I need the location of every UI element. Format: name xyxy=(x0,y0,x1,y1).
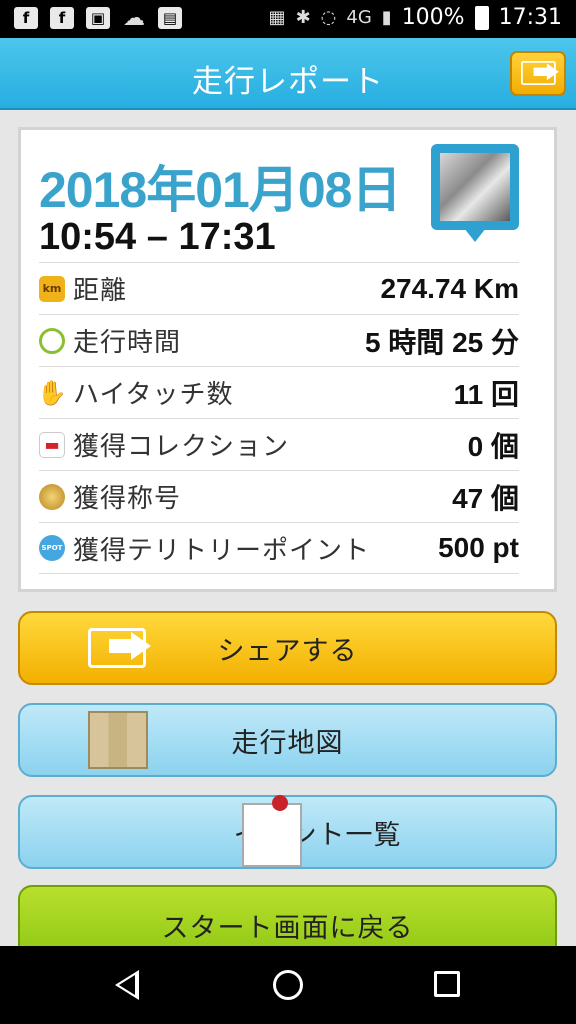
recent-apps-icon[interactable] xyxy=(434,971,460,997)
photo-pin[interactable] xyxy=(431,144,519,242)
stat-label: 獲得称号 xyxy=(73,484,182,514)
drive-map-button-label: 走行地図 xyxy=(231,727,344,759)
navigation-bar xyxy=(0,946,576,1024)
page-title: 走行レポート xyxy=(192,64,384,100)
stats-list: km 距離 274.74 Km 走行時間 5 時間 25 分 ✋ ハイタッチ数 … xyxy=(37,262,519,574)
facebook-icon: f xyxy=(50,7,74,29)
stat-value: 0 個 xyxy=(467,430,519,462)
report-card: 2018年01月08日 10:54 – 17:31 km 距離 274.74 K… xyxy=(18,127,557,592)
stat-territory-points: SPOT 獲得テリトリーポイント 500 pt xyxy=(39,522,519,574)
notification-icons: f f ▣ ☁ ▤ xyxy=(14,5,182,31)
stat-collection: ▬ 獲得コレクション 0 個 xyxy=(39,418,519,470)
drive-map-button[interactable]: 走行地図 xyxy=(18,703,557,777)
stat-value: 5 時間 25 分 xyxy=(364,326,519,358)
app-icon: ▣ xyxy=(86,7,110,29)
stat-label: 距離 xyxy=(73,276,128,306)
nfc-icon: ◌ xyxy=(320,7,337,28)
medal-icon xyxy=(39,483,65,510)
home-icon[interactable] xyxy=(273,970,303,1000)
status-bar: f f ▣ ☁ ▤ ▦ ✱ ◌ 4G ▮ 100% 17:31 xyxy=(0,0,576,38)
stat-hi-touch: ✋ ハイタッチ数 11 回 xyxy=(37,366,519,418)
cloud-icon: ☁ xyxy=(123,5,145,31)
hi-touch-hand-icon: ✋ xyxy=(37,378,67,407)
share-button-label: シェアする xyxy=(217,635,358,667)
stat-drive-time: 走行時間 5 時間 25 分 xyxy=(39,314,519,366)
stat-label: ハイタッチ数 xyxy=(73,380,234,410)
bluetooth-icon: ✱ xyxy=(295,7,311,28)
signal-icon: ▮ xyxy=(381,7,392,28)
stat-value: 274.74 Km xyxy=(380,272,519,304)
stat-value: 11 回 xyxy=(453,378,519,410)
vibrate-icon: ▦ xyxy=(268,7,286,28)
system-icons: ▦ ✱ ◌ 4G ▮ 100% 17:31 xyxy=(269,5,562,30)
spot-icon: SPOT xyxy=(39,535,65,561)
photo-frame xyxy=(431,144,519,230)
app-header: 走行レポート xyxy=(0,38,576,110)
stat-value: 47 個 xyxy=(452,482,519,514)
share-header-button[interactable] xyxy=(510,51,566,96)
battery-percent: 100% xyxy=(401,5,465,30)
clock: 17:31 xyxy=(498,5,562,30)
event-list-button[interactable]: イベント一覧 xyxy=(18,795,557,869)
stat-label: 獲得テリトリーポイント xyxy=(73,535,371,566)
stat-label: 獲得コレクション xyxy=(73,432,290,462)
network-type: 4G xyxy=(346,7,372,28)
facebook-icon: f xyxy=(14,7,38,29)
car-photo xyxy=(440,153,510,221)
memo-pin-icon xyxy=(241,795,302,867)
stat-distance: km 距離 274.74 Km xyxy=(39,262,519,314)
back-icon[interactable] xyxy=(115,970,139,1000)
share-icon xyxy=(521,61,559,85)
car-icon: ▬ xyxy=(39,431,65,458)
back-to-start-button-label: スタート画面に戻る xyxy=(161,912,414,944)
map-icon xyxy=(88,711,148,769)
share-icon xyxy=(88,628,151,668)
stat-label: 走行時間 xyxy=(73,328,182,358)
km-icon: km xyxy=(39,275,65,302)
pos-icon: ▤ xyxy=(158,7,182,29)
report-date: 2018年01月08日 xyxy=(39,162,401,218)
battery-icon xyxy=(474,5,489,30)
share-button[interactable]: シェアする xyxy=(18,611,557,685)
stat-value: 500 pt xyxy=(438,532,519,563)
report-time-range: 10:54 – 17:31 xyxy=(39,216,276,258)
stat-titles: 獲得称号 47 個 xyxy=(39,470,519,522)
clock-icon xyxy=(39,327,65,354)
